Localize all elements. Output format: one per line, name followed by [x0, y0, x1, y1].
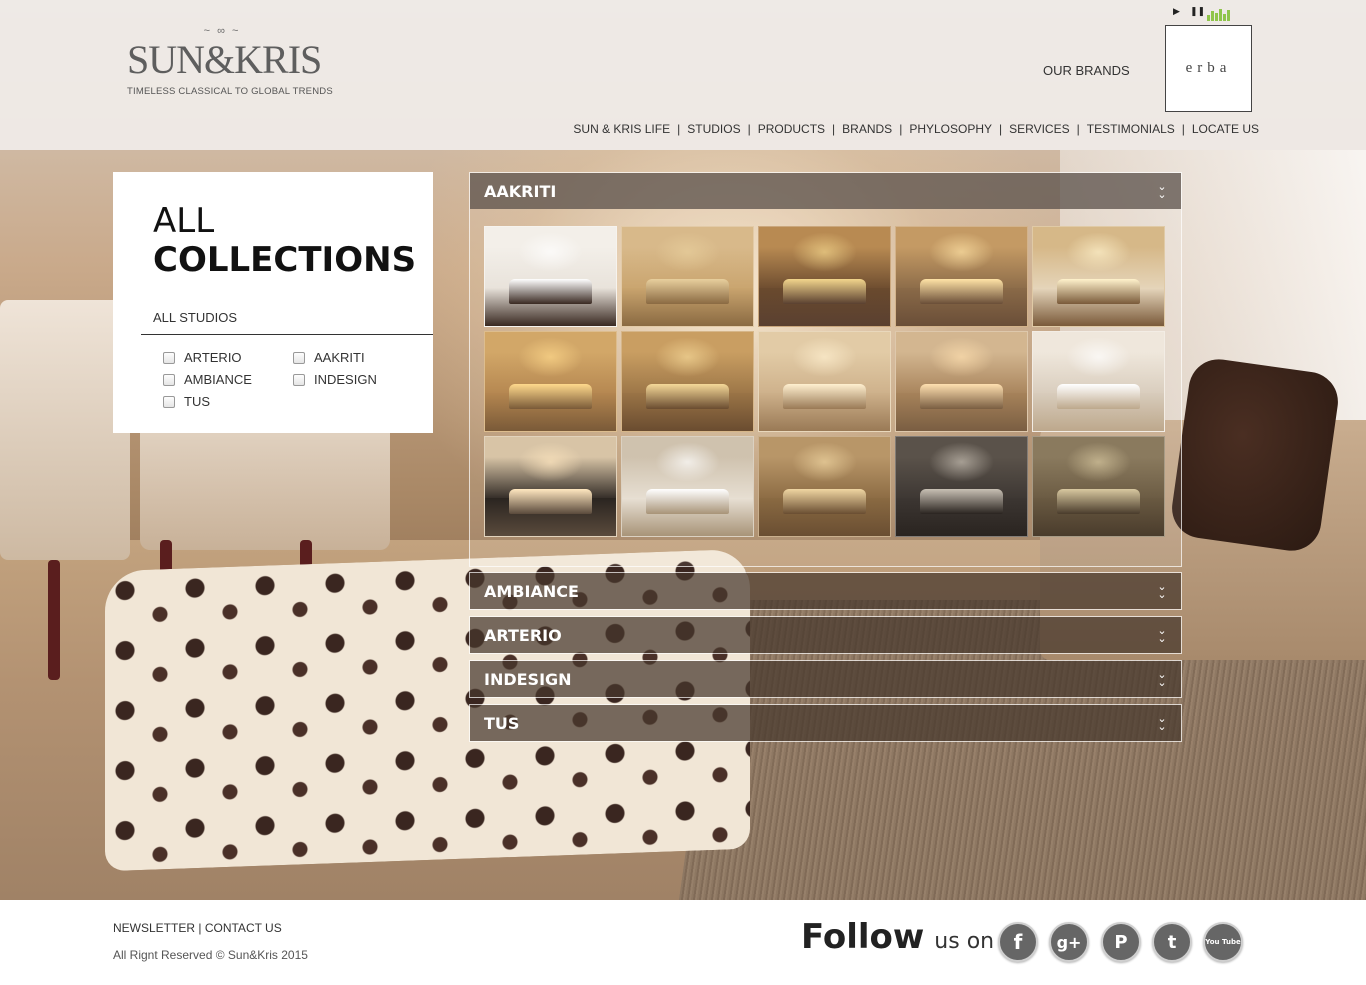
double-chevron-down-icon: ⌄ ⌄ [1157, 625, 1167, 645]
checkbox-label: TUS [184, 394, 210, 409]
checkbox-label: INDESIGN [314, 372, 377, 387]
us-on-text: us on [934, 929, 995, 954]
accordion-arterio: ARTERIO ⌄ ⌄ [469, 616, 1182, 654]
footer-separator: | [198, 921, 202, 935]
logo-wordmark: SUN&KRIS [127, 37, 322, 82]
gallery-thumbnail[interactable] [484, 331, 617, 432]
panel-title-line1: ALL [153, 201, 215, 241]
accordion-header-arterio[interactable]: ARTERIO ⌄ ⌄ [470, 617, 1181, 653]
gallery-thumbnail[interactable] [758, 331, 891, 432]
gallery-thumbnail[interactable] [484, 436, 617, 537]
accordion-title: AMBIANCE [484, 581, 579, 601]
pinterest-icon[interactable]: P [1101, 922, 1141, 962]
follow-us-heading: Follow us on [801, 917, 994, 957]
newsletter-link[interactable]: NEWSLETTER [113, 921, 195, 935]
gallery-thumbnail[interactable] [1032, 226, 1165, 327]
nav-products[interactable]: PRODUCTS [758, 122, 825, 136]
gallery-thumbnail[interactable] [484, 226, 617, 327]
checkbox-box[interactable] [163, 351, 175, 364]
pause-icon[interactable]: ❚❚ [1190, 6, 1205, 17]
gallery-thumbnail[interactable] [621, 226, 754, 327]
nav-sun-kris-life[interactable]: SUN & KRIS LIFE [573, 122, 670, 136]
all-studios-heading[interactable]: ALL STUDIOS [153, 310, 237, 325]
copyright-text: All Rignt Reserved © Sun&Kris 2015 [113, 948, 308, 962]
checkbox-box[interactable] [163, 395, 175, 408]
accordion-header-ambiance[interactable]: AMBIANCE ⌄ ⌄ [470, 573, 1181, 609]
checkbox-box[interactable] [293, 373, 305, 386]
nav-brands[interactable]: BRANDS [842, 122, 892, 136]
facebook-icon[interactable]: f [998, 922, 1038, 962]
double-chevron-down-icon: ⌄ ⌄ [1157, 669, 1167, 689]
site-footer: NEWSLETTER | CONTACT US All Rignt Reserv… [0, 900, 1366, 985]
checkbox-box[interactable] [163, 373, 175, 386]
accordion-ambiance: AMBIANCE ⌄ ⌄ [469, 572, 1182, 610]
equalizer-icon[interactable] [1207, 7, 1233, 21]
play-icon[interactable]: ▶ [1173, 6, 1180, 17]
double-chevron-down-icon: ⌄ ⌄ [1157, 181, 1167, 201]
accordion-title: TUS [484, 713, 520, 733]
divider [141, 334, 433, 335]
gallery-thumbnail[interactable] [895, 331, 1028, 432]
gallery-thumbnail[interactable] [758, 226, 891, 327]
contact-us-link[interactable]: CONTACT US [205, 921, 282, 935]
checkbox-label: ARTERIO [184, 350, 242, 365]
accordion-header-tus[interactable]: TUS ⌄ ⌄ [470, 705, 1181, 741]
accordion-tus: TUS ⌄ ⌄ [469, 704, 1182, 742]
checkbox-label: AAKRITI [314, 350, 365, 365]
accordion-header-indesign[interactable]: INDESIGN ⌄ ⌄ [470, 661, 1181, 697]
gallery-thumbnail[interactable] [758, 436, 891, 537]
nav-phylosophy[interactable]: PHYLOSOPHY [909, 122, 992, 136]
accordion-title: AAKRITI [484, 181, 557, 201]
accordion-indesign: INDESIGN ⌄ ⌄ [469, 660, 1182, 698]
checkbox-box[interactable] [293, 351, 305, 364]
gallery-thumbnail[interactable] [1032, 331, 1165, 432]
google-plus-icon[interactable]: g+ [1049, 922, 1089, 962]
checkbox-tus[interactable]: TUS [163, 394, 210, 409]
brand-logo-text: erba [1185, 60, 1232, 76]
chair [0, 300, 130, 560]
nav-locate-us[interactable]: LOCATE US [1192, 122, 1259, 136]
gallery-thumbnail[interactable] [621, 436, 754, 537]
site-logo[interactable]: ~ ∞ ~ SUN&KRIS TIMELESS CLASSICAL TO GLO… [127, 26, 333, 98]
accordion-title: INDESIGN [484, 669, 572, 689]
main-nav: SUN & KRIS LIFE | STUDIOS | PRODUCTS | BRANDS |… [573, 122, 1259, 136]
accordion-aakriti: AAKRITI ⌄ ⌄ [469, 172, 1182, 567]
checkbox-indesign[interactable]: INDESIGN [293, 372, 377, 387]
logo-tagline: TIMELESS CLASSICAL TO GLOBAL TRENDS [127, 86, 333, 97]
youtube-icon[interactable]: You Tube [1203, 922, 1243, 962]
accordion-title: ARTERIO [484, 625, 562, 645]
panel-title-line2: COLLECTIONS [153, 240, 417, 280]
nav-services[interactable]: SERVICES [1009, 122, 1069, 136]
double-chevron-down-icon: ⌄ ⌄ [1157, 581, 1167, 601]
cushion [1168, 355, 1342, 555]
collections-filter-panel: ALL COLLECTIONS ALL STUDIOS ARTERIO AAKR… [113, 172, 433, 433]
gallery-thumbnail[interactable] [1032, 436, 1165, 537]
checkbox-aakriti[interactable]: AAKRITI [293, 350, 365, 365]
gallery-thumbnail[interactable] [895, 436, 1028, 537]
nav-studios[interactable]: STUDIOS [687, 122, 740, 136]
double-chevron-down-icon: ⌄ ⌄ [1157, 713, 1167, 733]
nav-testimonials[interactable]: TESTIMONIALS [1087, 122, 1175, 136]
site-header: ~ ∞ ~ SUN&KRIS TIMELESS CLASSICAL TO GLO… [0, 0, 1366, 150]
accordion-header-aakriti[interactable]: AAKRITI ⌄ ⌄ [470, 173, 1181, 209]
twitter-icon[interactable]: t [1152, 922, 1192, 962]
checkbox-label: AMBIANCE [184, 372, 252, 387]
music-player: ▶ ❚❚ [1170, 5, 1240, 21]
gallery-thumbnail[interactable] [895, 226, 1028, 327]
checkbox-arterio[interactable]: ARTERIO [163, 350, 242, 365]
chair-leg [48, 560, 60, 680]
checkbox-ambiance[interactable]: AMBIANCE [163, 372, 252, 387]
gallery-thumbnail[interactable] [621, 331, 754, 432]
our-brands-label: OUR BRANDS [1043, 63, 1130, 78]
footer-links: NEWSLETTER | CONTACT US [113, 921, 282, 935]
brand-logo-erba[interactable]: erba [1165, 25, 1252, 112]
follow-text: Follow [801, 917, 925, 957]
